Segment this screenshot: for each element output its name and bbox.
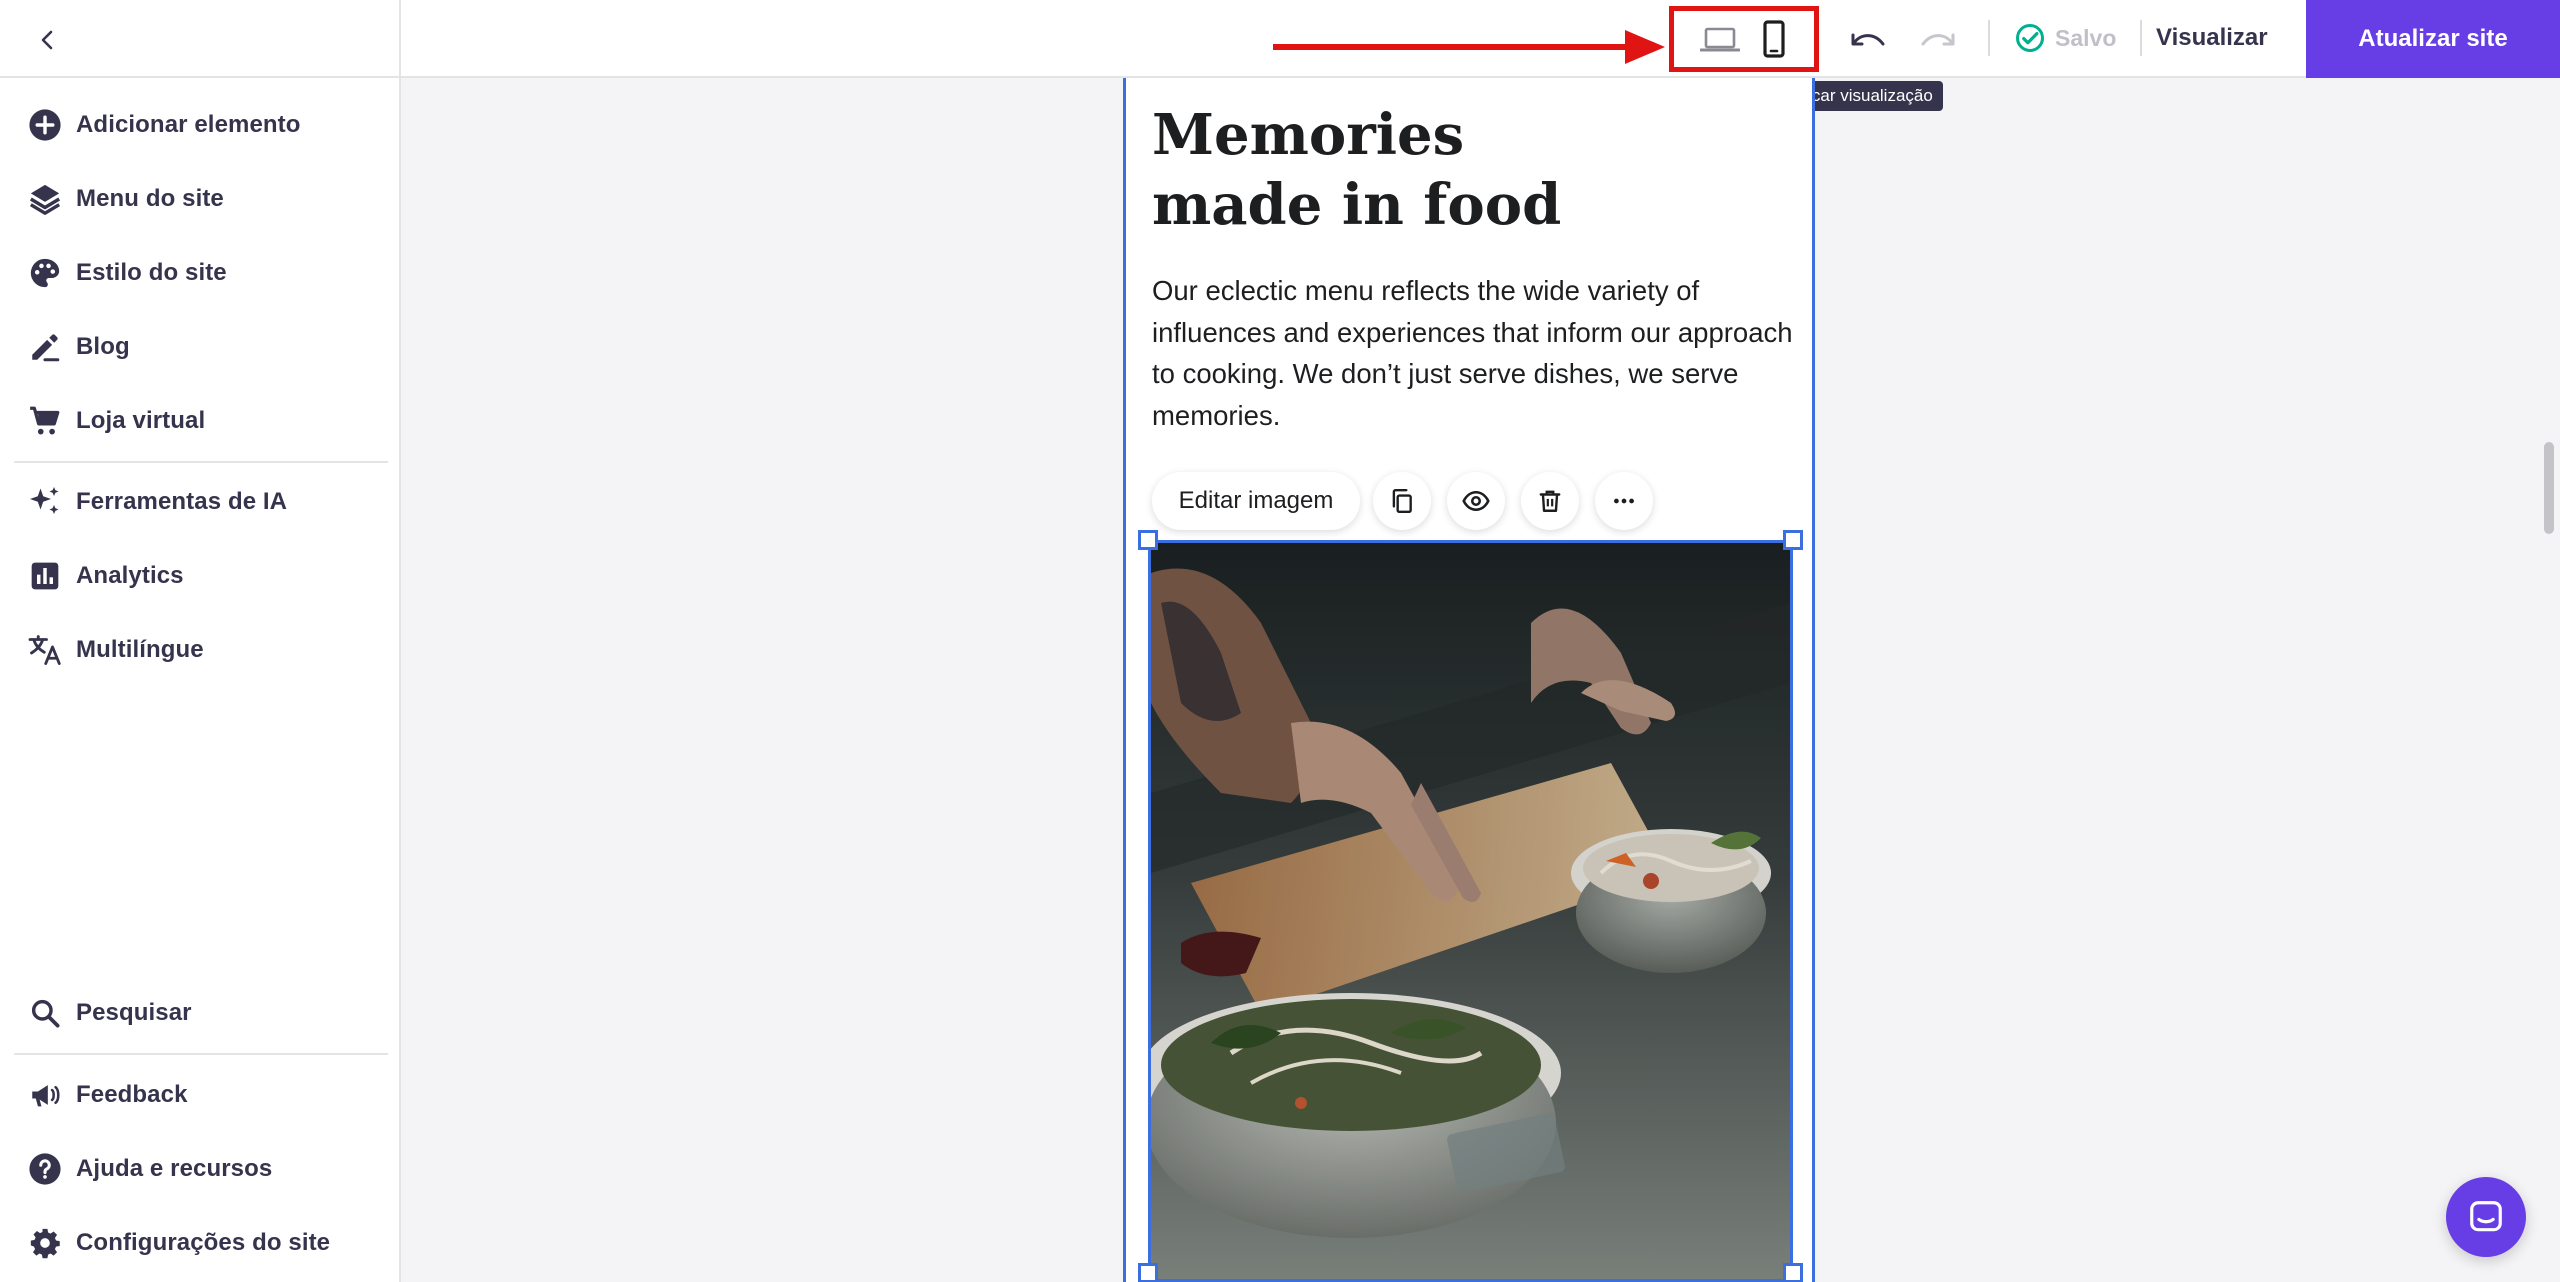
sidebar-item-label: Pesquisar — [76, 999, 192, 1026]
sidebar-item-label: Blog — [76, 333, 130, 360]
sidebar-item-search[interactable]: Pesquisar — [14, 981, 386, 1045]
gear-icon — [14, 1211, 76, 1275]
canvas-scrollbar[interactable] — [2540, 78, 2560, 1282]
more-icon — [1614, 498, 1634, 504]
sidebar-item-site-settings[interactable]: Configurações do site — [14, 1211, 386, 1275]
megaphone-icon — [14, 1063, 76, 1127]
sidebar-item-label: Ferramentas de IA — [76, 488, 288, 515]
mobile-view-button[interactable] — [1748, 14, 1800, 66]
sidebar-item-label: Menu do site — [76, 185, 224, 212]
editor-topbar: Salvo Visualizar Atualizar site Trocar v… — [401, 0, 2560, 111]
update-site-button[interactable]: Atualizar site — [2306, 0, 2560, 78]
translate-icon — [14, 618, 76, 682]
sidebar-item-help[interactable]: Ajuda e recursos — [14, 1137, 386, 1201]
copy-icon — [1392, 488, 1412, 514]
sidebar-divider — [14, 1053, 388, 1055]
sidebar-item-blog[interactable]: Blog — [14, 315, 386, 379]
duplicate-button[interactable] — [1373, 472, 1431, 530]
sidebar-divider — [14, 461, 388, 463]
annotation-arrow-line — [1273, 44, 1633, 50]
sidebar-item-label: Multilíngue — [76, 636, 204, 663]
sidebar-item-label: Estilo do site — [76, 259, 227, 286]
section-headline[interactable]: Memories made in food — [1152, 100, 1652, 240]
undo-icon — [1851, 33, 1885, 46]
resize-handle-bottom-right[interactable] — [1783, 1263, 1803, 1282]
trash-icon — [1539, 490, 1561, 512]
selected-image[interactable] — [1148, 540, 1793, 1282]
topbar-separator — [2140, 20, 2142, 56]
laptop-icon — [1700, 27, 1740, 52]
sidebar-item-site-menu[interactable]: Menu do site — [14, 167, 386, 231]
sidebar-item-label: Feedback — [76, 1081, 188, 1108]
chevron-left-icon — [41, 30, 53, 50]
sidebar-item-site-style[interactable]: Estilo do site — [14, 241, 386, 305]
food-photo — [1151, 543, 1790, 1279]
sidebar-item-online-store[interactable]: Loja virtual — [14, 389, 386, 453]
preview-button[interactable]: Visualizar — [2156, 18, 2268, 58]
resize-handle-top-left[interactable] — [1138, 530, 1158, 550]
more-options-button[interactable] — [1595, 472, 1653, 530]
save-status-label: Salvo — [2055, 24, 2117, 51]
desktop-view-button[interactable] — [1694, 14, 1746, 66]
undo-button[interactable] — [1842, 14, 1894, 66]
visibility-button[interactable] — [1447, 472, 1505, 530]
sidebar-item-analytics[interactable]: Analytics — [14, 544, 386, 608]
sidebar-header — [0, 0, 399, 78]
mobile-preview-frame: Memories made in food Our eclectic menu … — [1123, 78, 1815, 1282]
pen-icon — [14, 315, 76, 379]
back-button[interactable] — [28, 20, 68, 60]
scrollbar-thumb[interactable] — [2544, 442, 2554, 534]
sidebar-item-label: Analytics — [76, 562, 184, 589]
eye-icon — [1462, 490, 1490, 512]
save-status: Salvo — [2015, 20, 2116, 56]
resize-handle-bottom-left[interactable] — [1138, 1263, 1158, 1282]
editor-sidebar: Adicionar elemento Menu do site Estilo d… — [0, 0, 401, 1282]
sidebar-item-multilingual[interactable]: Multilíngue — [14, 618, 386, 682]
delete-button[interactable] — [1521, 472, 1579, 530]
redo-button[interactable] — [1912, 14, 1964, 66]
sidebar-item-feedback[interactable]: Feedback — [14, 1063, 386, 1127]
chart-icon — [14, 544, 76, 608]
sidebar-item-ai-tools[interactable]: Ferramentas de IA — [14, 470, 386, 534]
redo-icon — [1921, 33, 1955, 46]
layers-icon — [14, 167, 76, 231]
sidebar-item-label: Loja virtual — [76, 407, 206, 434]
cart-icon — [14, 389, 76, 453]
sidebar-item-label: Configurações do site — [76, 1229, 331, 1256]
annotation-arrow-head — [1625, 30, 1665, 64]
add-circle-icon — [14, 93, 76, 157]
search-icon — [14, 981, 76, 1045]
topbar-separator — [1988, 20, 1990, 56]
section-body-text[interactable]: Our eclectic menu reflects the wide vari… — [1152, 270, 1797, 436]
resize-handle-top-right[interactable] — [1783, 530, 1803, 550]
sparkles-icon — [14, 470, 76, 534]
chat-icon — [2470, 1201, 2502, 1232]
palette-icon — [14, 241, 76, 305]
help-icon — [14, 1137, 76, 1201]
phone-icon — [1763, 20, 1785, 58]
sidebar-item-add-element[interactable]: Adicionar elemento — [14, 93, 386, 157]
sidebar-item-label: Adicionar elemento — [76, 111, 301, 138]
sidebar-item-label: Ajuda e recursos — [76, 1155, 273, 1182]
check-circle-icon — [2016, 24, 2044, 52]
chat-launcher-button[interactable] — [2446, 1177, 2526, 1257]
edit-image-button[interactable]: Editar imagem — [1152, 472, 1360, 530]
